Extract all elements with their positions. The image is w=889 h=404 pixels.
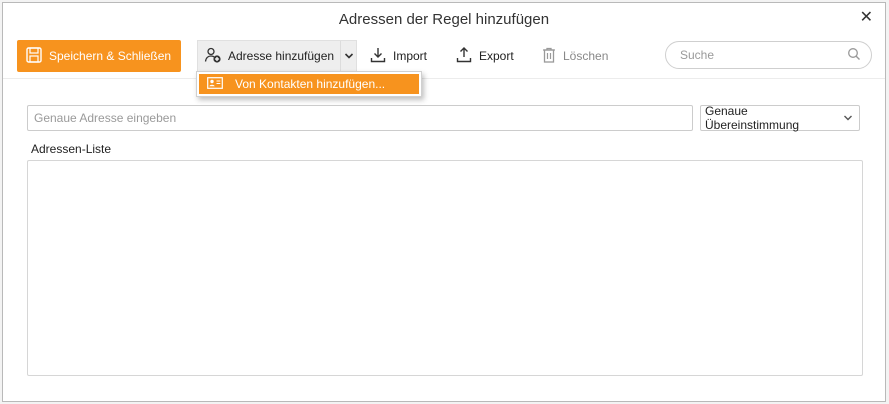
dialog: Adressen der Regel hinzufügen ✕ Speicher…: [2, 2, 886, 402]
add-address-dropdown-menu: Von Kontakten hinzufügen...: [196, 71, 422, 97]
import-label: Import: [393, 49, 428, 63]
add-address-label: Adresse hinzufügen: [228, 49, 335, 63]
add-address-button[interactable]: Adresse hinzufügen: [198, 41, 340, 71]
delete-button[interactable]: Löschen: [541, 40, 608, 72]
save-close-button[interactable]: Speichern & Schließen: [17, 40, 181, 72]
save-close-label: Speichern & Schließen: [49, 49, 172, 63]
address-list[interactable]: [27, 160, 863, 376]
search-input[interactable]: [680, 48, 847, 62]
search-icon[interactable]: [847, 47, 861, 64]
import-button[interactable]: Import: [369, 40, 427, 72]
match-type-value: Genaue Übereinstimmung: [705, 104, 800, 132]
address-list-label: Adressen-Liste: [31, 142, 112, 156]
delete-label: Löschen: [563, 49, 609, 63]
contact-card-icon: [207, 76, 223, 92]
menu-item-label: Von Kontakten hinzufügen...: [235, 77, 386, 91]
toolbar: Speichern & Schließen Adresse hinzufügen: [3, 39, 885, 79]
address-input[interactable]: [27, 105, 693, 131]
search-box: [665, 41, 872, 69]
trash-icon: [541, 46, 557, 67]
dialog-title: Adressen der Regel hinzufügen: [338, 11, 550, 28]
upload-icon: [455, 46, 473, 67]
export-button[interactable]: Export: [455, 40, 514, 72]
chevron-down-icon: [843, 111, 853, 125]
add-contact-icon: [204, 46, 222, 67]
match-type-select[interactable]: Genaue Übereinstimmung: [700, 104, 860, 132]
close-icon[interactable]: ✕: [860, 9, 873, 27]
add-address-split-button: Adresse hinzufügen: [197, 40, 357, 72]
chevron-down-icon[interactable]: [340, 41, 356, 71]
export-label: Export: [479, 49, 514, 63]
menu-item-add-from-contacts[interactable]: Von Kontakten hinzufügen...: [199, 74, 419, 94]
save-icon: [25, 46, 43, 67]
download-icon: [369, 46, 387, 67]
